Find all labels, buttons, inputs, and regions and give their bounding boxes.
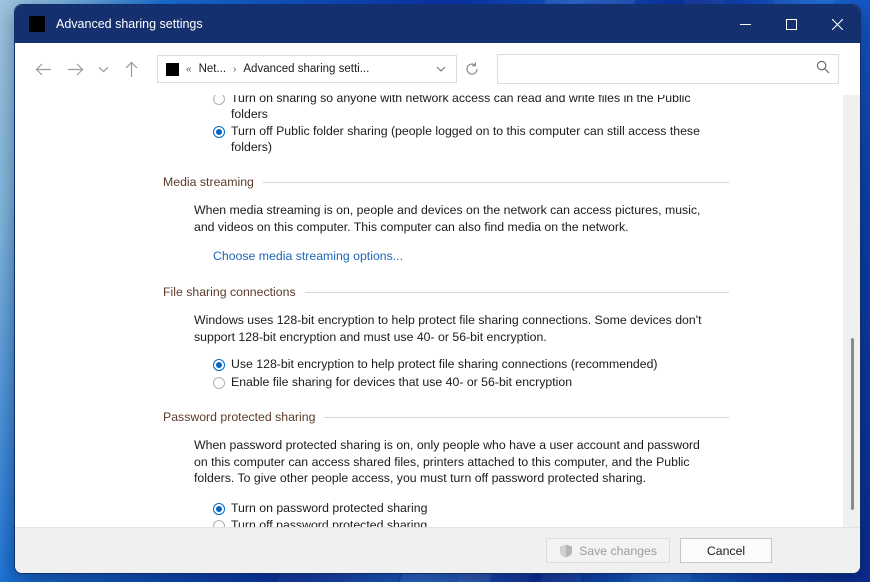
desktop-background: Advanced sharing settings	[0, 0, 870, 582]
radio-public-sharing-off[interactable]	[213, 126, 225, 138]
radio-label: Turn off password protected sharing	[225, 518, 427, 527]
up-arrow-icon[interactable]	[115, 53, 147, 85]
navigation-toolbar: « Net... › Advanced sharing setti...	[15, 43, 860, 95]
folder-icon	[29, 16, 45, 32]
scrollbar-thumb[interactable]	[851, 338, 854, 510]
minimize-icon[interactable]	[722, 5, 768, 43]
back-arrow-icon[interactable]	[27, 53, 59, 85]
breadcrumb-item-advanced-sharing[interactable]: Advanced sharing setti...	[243, 63, 369, 75]
section-divider	[305, 292, 729, 293]
save-changes-label: Save changes	[579, 544, 657, 558]
cancel-label: Cancel	[707, 544, 745, 558]
radio-public-sharing-on[interactable]	[213, 95, 225, 105]
section-divider	[324, 417, 729, 418]
save-changes-button[interactable]: Save changes	[546, 538, 670, 563]
radio-row[interactable]: Turn off Public folder sharing (people l…	[213, 124, 718, 155]
radio-row[interactable]: Turn on password protected sharing	[213, 501, 729, 517]
window-title: Advanced sharing settings	[56, 17, 203, 31]
search-box[interactable]	[497, 54, 839, 84]
title-bar[interactable]: Advanced sharing settings	[15, 5, 860, 43]
address-bar[interactable]: « Net... › Advanced sharing setti...	[157, 55, 457, 83]
address-chevron-down-icon[interactable]	[430, 66, 452, 72]
choose-media-streaming-options-link[interactable]: Choose media streaming options...	[213, 249, 403, 263]
section-header-media-streaming: Media streaming	[163, 175, 729, 189]
section-title: Password protected sharing	[163, 410, 315, 424]
control-panel-icon	[166, 63, 179, 76]
refresh-icon[interactable]	[457, 55, 487, 83]
radio-row[interactable]: Enable file sharing for devices that use…	[213, 375, 729, 391]
radio-enable-40-56-bit-encryption[interactable]	[213, 377, 225, 389]
radio-label: Turn on password protected sharing	[225, 501, 427, 517]
section-body-password-protected-sharing: When password protected sharing is on, o…	[194, 437, 706, 487]
search-input[interactable]	[506, 62, 816, 76]
public-folder-options-group: Turn on sharing so anyone with network a…	[163, 95, 729, 155]
maximize-icon[interactable]	[768, 5, 814, 43]
password-sharing-options-group: Turn on password protected sharing Turn …	[213, 501, 729, 528]
section-divider	[263, 182, 729, 183]
section-title: Media streaming	[163, 175, 254, 189]
section-body-file-sharing-connections: Windows uses 128-bit encryption to help …	[194, 312, 706, 345]
uac-shield-icon	[559, 544, 573, 558]
settings-scroll-region: Turn on sharing so anyone with network a…	[15, 95, 843, 527]
breadcrumb-overflow[interactable]: «	[186, 64, 192, 75]
recent-locations-chevron-down-icon[interactable]	[91, 53, 115, 85]
search-icon[interactable]	[816, 60, 830, 79]
section-title: File sharing connections	[163, 285, 296, 299]
dialog-footer: Save changes Cancel	[15, 527, 860, 573]
radio-label: Turn on sharing so anyone with network a…	[225, 95, 729, 122]
radio-row[interactable]: Turn off password protected sharing	[213, 518, 729, 527]
file-sharing-options-group: Use 128-bit encryption to help protect f…	[213, 357, 729, 390]
vertical-scrollbar[interactable]	[843, 95, 860, 527]
close-icon[interactable]	[814, 5, 860, 43]
radio-turn-on-password-protected-sharing[interactable]	[213, 503, 225, 515]
radio-label: Turn off Public folder sharing (people l…	[225, 124, 718, 155]
section-body-media-streaming: When media streaming is on, people and d…	[194, 202, 706, 235]
section-header-file-sharing-connections: File sharing connections	[163, 285, 729, 299]
radio-row[interactable]: Turn on sharing so anyone with network a…	[213, 95, 729, 122]
forward-arrow-icon[interactable]	[59, 53, 91, 85]
breadcrumb-separator: ›	[233, 64, 236, 75]
radio-label: Use 128-bit encryption to help protect f…	[225, 357, 658, 373]
content-area: Turn on sharing so anyone with network a…	[15, 95, 860, 527]
cancel-button[interactable]: Cancel	[680, 538, 772, 563]
radio-turn-off-password-protected-sharing[interactable]	[213, 520, 225, 527]
radio-label: Enable file sharing for devices that use…	[225, 375, 572, 391]
radio-row[interactable]: Use 128-bit encryption to help protect f…	[213, 357, 729, 373]
breadcrumb-item-network[interactable]: Net...	[199, 63, 226, 75]
radio-use-128-bit-encryption[interactable]	[213, 359, 225, 371]
section-header-password-protected-sharing: Password protected sharing	[163, 410, 729, 424]
explorer-window: Advanced sharing settings	[14, 4, 861, 574]
